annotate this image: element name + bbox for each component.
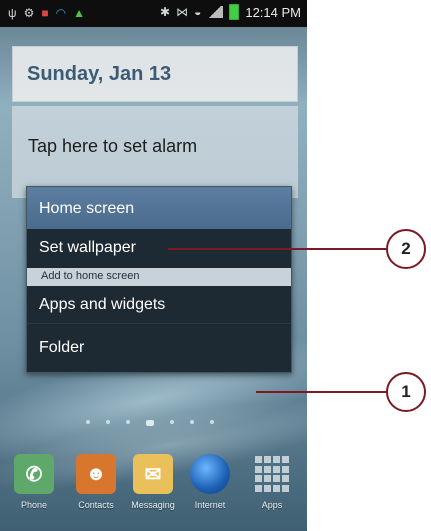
folder-menu-item[interactable]: Folder (27, 329, 291, 367)
globe-icon (190, 454, 230, 494)
app-label: Apps (261, 500, 283, 510)
app-label: Phone (20, 500, 48, 510)
grid-square (255, 456, 262, 464)
phone-app[interactable]: ✆ Phone (6, 454, 62, 510)
page-dot[interactable] (210, 420, 214, 424)
settings-icon: ⚙ (23, 6, 35, 20)
callout-1: 1 (386, 372, 426, 412)
page-dot[interactable] (126, 420, 130, 424)
internet-app[interactable]: Internet (182, 454, 238, 510)
app-label: Contacts (78, 500, 114, 510)
callout-number: 1 (401, 382, 411, 401)
section-header: Add to home screen (27, 268, 291, 286)
app-label: Internet (194, 500, 226, 510)
alarm-text[interactable]: Tap here to set alarm (28, 136, 197, 157)
grid-square (264, 484, 271, 492)
wifi-signal-icon: ◒ (194, 5, 202, 19)
callout-2: 2 (386, 229, 426, 269)
page-dot[interactable] (190, 420, 194, 424)
page-dot[interactable] (86, 420, 90, 424)
callout-line-2 (168, 248, 388, 250)
page-dot[interactable] (170, 420, 174, 424)
page-dot-active[interactable] (146, 420, 154, 426)
app-dock: ✆ Phone ☻ Contacts ✉ Messaging Internet … (0, 448, 307, 531)
app-label: Messaging (131, 500, 175, 510)
apps-app[interactable]: Apps (244, 454, 300, 510)
apps-grid-icon (252, 454, 292, 494)
menu-title: Home screen (27, 187, 291, 229)
phone-icon: ✆ (14, 454, 54, 494)
grid-square (255, 484, 262, 492)
apps-and-widgets-menu-item[interactable]: Apps and widgets (27, 286, 291, 324)
page-indicator (86, 418, 214, 426)
page-dot[interactable] (106, 420, 110, 424)
grid-square (264, 465, 271, 473)
grid-square (273, 484, 280, 492)
nfc-icon: ⋈ (176, 5, 189, 19)
date-card[interactable]: Sunday, Jan 13 (12, 46, 298, 102)
grid-square (273, 475, 280, 483)
phone-screen: ψ ⚙ ■ ◠ ▲ ✱ ⋈ ◒ 12:14 PM Sunday, Jan 13 … (0, 0, 307, 531)
bluetooth-icon: ✱ (160, 5, 171, 19)
contacts-icon: ☻ (76, 454, 116, 494)
grid-square (282, 475, 289, 483)
grid-square (282, 456, 289, 464)
grid-square (264, 475, 271, 483)
usb-icon: ψ (8, 6, 17, 20)
system-icons: ✱ ⋈ ◒ 12:14 PM (160, 4, 301, 20)
contacts-app[interactable]: ☻ Contacts (68, 454, 124, 510)
status-bar: ψ ⚙ ■ ◠ ▲ ✱ ⋈ ◒ 12:14 PM (0, 0, 307, 27)
grid-square (273, 465, 280, 473)
grid-square (255, 465, 262, 473)
notification-icons: ψ ⚙ ■ ◠ ▲ (8, 5, 85, 21)
cell-signal-icon (207, 6, 224, 18)
messaging-icon: ✉ (133, 454, 173, 494)
messaging-app[interactable]: ✉ Messaging (125, 454, 181, 510)
grid-square (282, 465, 289, 473)
date-text: Sunday, Jan 13 (27, 63, 172, 85)
antivirus-icon: ■ (41, 6, 49, 20)
android-icon: ▲ (73, 6, 85, 20)
grid-square (273, 456, 280, 464)
grid-square (255, 475, 262, 483)
home-screen-context-menu: Home screen Set wallpaper Add to home sc… (26, 186, 292, 373)
callout-number: 2 (401, 239, 411, 258)
callout-line-1 (256, 391, 388, 393)
clock-widget[interactable]: Sunday, Jan 13 Tap here to set alarm (12, 46, 298, 198)
status-time: 12:14 PM (245, 4, 301, 20)
battery-icon (229, 4, 240, 20)
grid-square (282, 484, 289, 492)
wifi-icon: ◠ (55, 6, 67, 20)
grid-square (264, 456, 271, 464)
